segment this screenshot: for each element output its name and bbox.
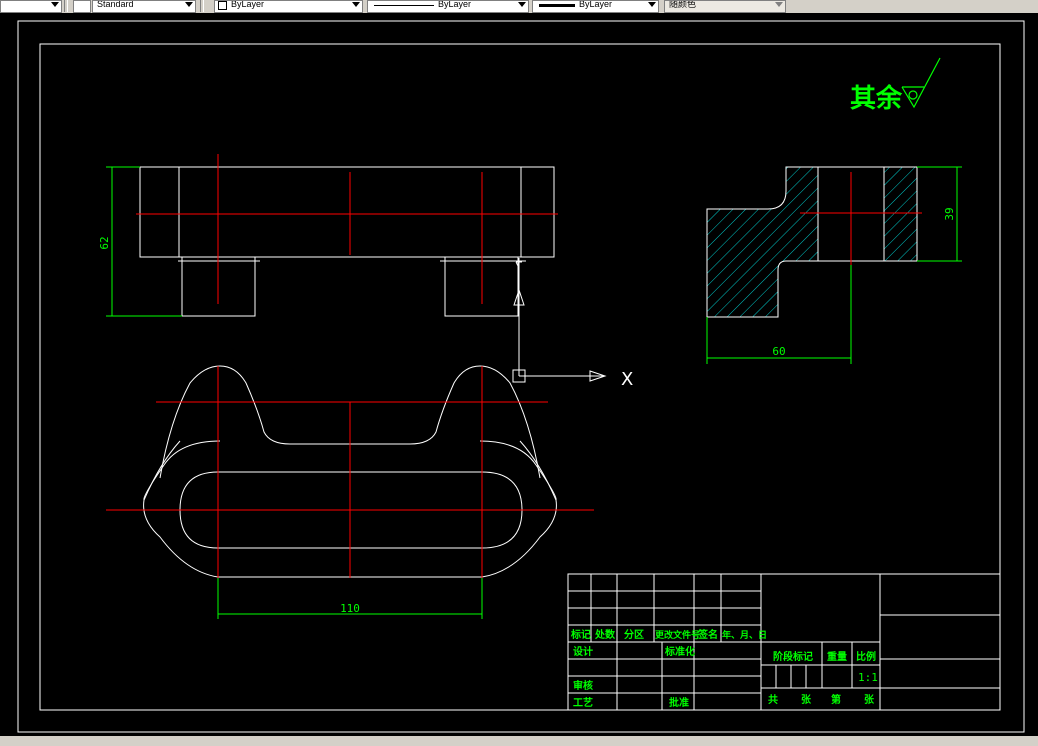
front-height-dim-text: 62	[98, 236, 111, 249]
tb-sheji: 设计	[573, 645, 593, 658]
front-height-dimension	[106, 166, 182, 317]
lineweight-value: ByLayer	[579, 0, 613, 9]
title-block-grid	[567, 573, 1001, 711]
drawing-svg: 其余 62 39 60 110 X 标记 处数 分区 更改文件号 签名 年、月、…	[17, 20, 1025, 733]
tb-zhang2: 张	[864, 693, 875, 706]
side-height-dim-text: 39	[943, 207, 956, 220]
text-style-value: Standard	[97, 0, 134, 9]
tb-shenhe: 审核	[573, 679, 593, 692]
tb-scale-value: 1:1	[858, 671, 878, 684]
tb-jieduan: 阶段标记	[773, 650, 813, 663]
tb-gong: 共	[768, 693, 778, 706]
tb-biaozhunhua: 标准化	[664, 645, 695, 658]
color-dropdown[interactable]: ByLayer	[214, 0, 363, 13]
color-value: ByLayer	[231, 0, 265, 9]
text-style-icon[interactable]	[73, 0, 91, 13]
workspace-dropdown[interactable]	[0, 0, 62, 13]
tb-gengai: 更改文件号	[655, 629, 700, 641]
front-view-outline	[139, 166, 555, 317]
chevron-down-icon	[648, 2, 656, 7]
chevron-down-icon	[352, 2, 360, 7]
roughness-note: 其余	[850, 83, 903, 114]
ucs-x-label: X	[621, 369, 633, 390]
toolbar-separator	[64, 0, 68, 12]
inner-sheet-border	[39, 43, 1001, 711]
tb-zhang1: 张	[801, 693, 812, 706]
tb-fenqu: 分区	[624, 628, 644, 641]
side-section-view: 39 60	[706, 166, 962, 364]
front-view: 62	[98, 154, 558, 317]
text-style-dropdown[interactable]: Standard	[92, 0, 196, 13]
title-block-labels: 标记 处数 分区 更改文件号 签名 年、月、日 设计 标准化 阶段标记 重量 比…	[570, 628, 876, 709]
linetype-sample-icon	[374, 5, 434, 6]
title-block: 标记 处数 分区 更改文件号 签名 年、月、日 设计 标准化 阶段标记 重量 比…	[567, 573, 1001, 711]
lineweight-dropdown[interactable]: ByLayer	[532, 0, 659, 13]
tb-gongyi: 工艺	[573, 696, 593, 709]
top-view: 110	[106, 365, 594, 619]
side-width-dim-text: 60	[772, 345, 785, 358]
plot-style-dropdown[interactable]: 随颜色	[664, 0, 786, 13]
section-right-wall	[883, 166, 918, 262]
tb-qianming: 签名	[697, 628, 718, 641]
tb-pizhun: 批准	[669, 696, 689, 709]
tb-bili: 比例	[856, 650, 876, 663]
section-left-body	[706, 166, 819, 318]
roughness-symbol-icon	[901, 57, 941, 109]
chevron-down-icon	[518, 2, 526, 7]
chevron-down-icon	[775, 2, 783, 7]
status-bar	[0, 736, 1038, 746]
top-width-dim-text: 110	[340, 602, 360, 615]
plot-style-value: 随颜色	[669, 0, 697, 9]
ucs-icon	[512, 258, 607, 383]
tb-chushu: 处数	[594, 628, 616, 641]
chevron-down-icon	[185, 2, 193, 7]
properties-toolbar: Standard ByLayer ByLayer ByLayer 随颜色	[0, 0, 1038, 14]
color-swatch-icon	[218, 1, 227, 10]
front-view-centerlines	[136, 154, 558, 304]
lineweight-sample-icon	[539, 4, 575, 7]
tb-di: 第	[831, 693, 841, 706]
tb-zhongliang: 重量	[827, 650, 847, 663]
linetype-value: ByLayer	[438, 0, 472, 9]
toolbar-separator	[200, 0, 204, 12]
linetype-dropdown[interactable]: ByLayer	[367, 0, 529, 13]
tb-biaoji: 标记	[570, 628, 591, 641]
chevron-down-icon	[51, 2, 59, 7]
drawing-canvas[interactable]: 其余 62 39 60 110 X 标记 处数 分区 更改文件号 签名 年、月、…	[0, 13, 1038, 746]
tb-date: 年、月、日	[722, 629, 767, 641]
